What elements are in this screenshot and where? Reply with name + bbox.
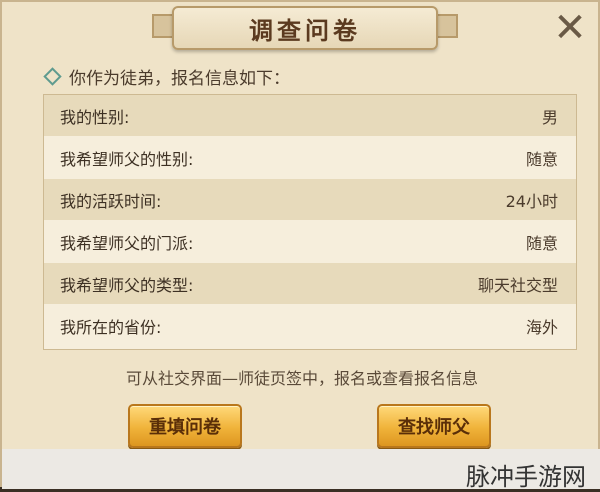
registration-info-table: 我的性别: 男 我希望师父的性别: 随意 我的活跃时间: 24小时 我希望师父的… xyxy=(43,94,577,350)
info-label: 我的活跃时间: xyxy=(60,191,162,211)
intro-line: 你作为徒弟，报名信息如下： xyxy=(43,64,290,89)
info-value: 随意 xyxy=(525,233,558,253)
info-value: 随意 xyxy=(525,149,558,169)
intro-text: 你作为徒弟，报名信息如下： xyxy=(69,69,290,89)
title-banner: 调查问卷 xyxy=(172,6,438,50)
info-row-master-type: 我希望师父的类型: 聊天社交型 xyxy=(44,263,576,304)
info-label: 我希望师父的门派: xyxy=(60,233,194,253)
diamond-bullet-icon xyxy=(43,67,62,86)
find-master-button[interactable]: 查找师父 xyxy=(377,404,491,448)
refill-survey-button[interactable]: 重填问卷 xyxy=(128,404,242,448)
info-label: 我所在的省份: xyxy=(60,317,162,337)
info-label: 我希望师父的性别: xyxy=(60,149,194,169)
survey-dialog: 调查问卷 ✕ 你作为徒弟，报名信息如下： 我的性别: 男 我希望师父的性别: 随… xyxy=(0,0,600,491)
info-label: 我希望师父的类型: xyxy=(60,275,194,295)
info-row-active-time: 我的活跃时间: 24小时 xyxy=(44,179,576,220)
dialog-title: 调查问卷 xyxy=(249,15,361,45)
info-row-province: 我所在的省份: 海外 xyxy=(44,305,576,346)
info-value: 男 xyxy=(541,107,558,127)
close-button[interactable]: ✕ xyxy=(550,5,590,51)
info-value: 海外 xyxy=(525,317,558,337)
find-master-label: 查找师父 xyxy=(398,417,470,438)
info-value: 24小时 xyxy=(505,191,558,211)
close-icon: ✕ xyxy=(553,5,587,51)
info-row-gender: 我的性别: 男 xyxy=(44,95,576,136)
info-row-master-sect: 我希望师父的门派: 随意 xyxy=(44,221,576,262)
info-label: 我的性别: xyxy=(60,107,130,127)
info-row-master-gender: 我希望师父的性别: 随意 xyxy=(44,137,576,178)
refill-survey-label: 重填问卷 xyxy=(149,417,221,438)
info-value: 聊天社交型 xyxy=(477,275,558,295)
hint-text: 可从社交界面—师徒页签中，报名或查看报名信息 xyxy=(125,369,478,388)
